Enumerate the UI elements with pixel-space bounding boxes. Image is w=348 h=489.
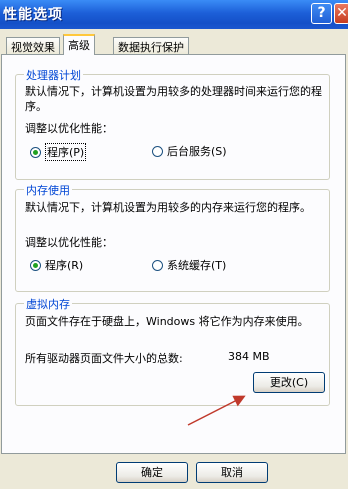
memory-group-title: 内存使用 bbox=[24, 182, 72, 198]
memory-option-cache-label: 系统缓存(T) bbox=[167, 259, 227, 272]
radio-selected-icon[interactable] bbox=[30, 146, 41, 158]
change-button[interactable]: 更改(C) bbox=[253, 372, 325, 393]
tab-visual-effects[interactable]: 视觉效果 bbox=[6, 37, 60, 54]
pagefile-total-value: 384 MB bbox=[228, 350, 270, 363]
processor-description: 默认情况下，计算机设置为用较多的处理器时间来运行您的程序。 bbox=[25, 85, 322, 113]
pagefile-total-label: 所有驱动器页面文件大小的总数: bbox=[25, 352, 183, 365]
memory-option-programs-label: 程序(R) bbox=[45, 259, 84, 272]
title-bar[interactable]: 性能选项 ? ✕ bbox=[0, 0, 348, 29]
virtual-memory-group-title: 虚拟内存 bbox=[24, 296, 72, 312]
processor-group: 处理器计划 默认情况下，计算机设置为用较多的处理器时间来运行您的程序。 调整以优… bbox=[15, 67, 330, 180]
processor-group-title: 处理器计划 bbox=[24, 67, 83, 83]
memory-option-programs[interactable]: 程序(R) bbox=[30, 257, 83, 273]
virtual-memory-description: 页面文件存在于硬盘上，Windows 将它作为内存来使用。 bbox=[25, 315, 309, 328]
tab-advanced[interactable]: 高级 bbox=[63, 34, 95, 55]
tab-strip: 视觉效果 高级 数据执行保护 bbox=[0, 33, 348, 55]
radio-unselected-icon[interactable] bbox=[152, 259, 163, 271]
radio-unselected-icon[interactable] bbox=[152, 145, 163, 157]
tab-dep[interactable]: 数据执行保护 bbox=[113, 37, 189, 54]
processor-adjust-label: 调整以优化性能： bbox=[25, 122, 113, 135]
processor-option-background-label: 后台服务(S) bbox=[167, 145, 227, 158]
memory-group: 内存使用 默认情况下，计算机设置为用较多的内存来运行您的程序。 调整以优化性能：… bbox=[15, 182, 330, 292]
processor-option-programs[interactable]: 程序(P) bbox=[30, 143, 87, 161]
help-button[interactable]: ? bbox=[311, 3, 332, 24]
processor-option-background[interactable]: 后台服务(S) bbox=[152, 143, 227, 159]
ok-button[interactable]: 确定 bbox=[116, 462, 188, 483]
radio-selected-icon[interactable] bbox=[30, 259, 41, 271]
cancel-button[interactable]: 取消 bbox=[196, 462, 268, 483]
processor-option-programs-label: 程序(P) bbox=[45, 143, 87, 161]
memory-adjust-label: 调整以优化性能： bbox=[25, 236, 113, 249]
advanced-panel: 处理器计划 默认情况下，计算机设置为用较多的处理器时间来运行您的程序。 调整以优… bbox=[1, 54, 346, 454]
close-button[interactable]: ✕ bbox=[334, 3, 348, 24]
memory-description: 默认情况下，计算机设置为用较多的内存来运行您的程序。 bbox=[25, 201, 311, 214]
window-title: 性能选项 bbox=[3, 7, 63, 23]
virtual-memory-group: 虚拟内存 页面文件存在于硬盘上，Windows 将它作为内存来使用。 所有驱动器… bbox=[15, 296, 330, 406]
memory-option-cache[interactable]: 系统缓存(T) bbox=[152, 257, 226, 273]
